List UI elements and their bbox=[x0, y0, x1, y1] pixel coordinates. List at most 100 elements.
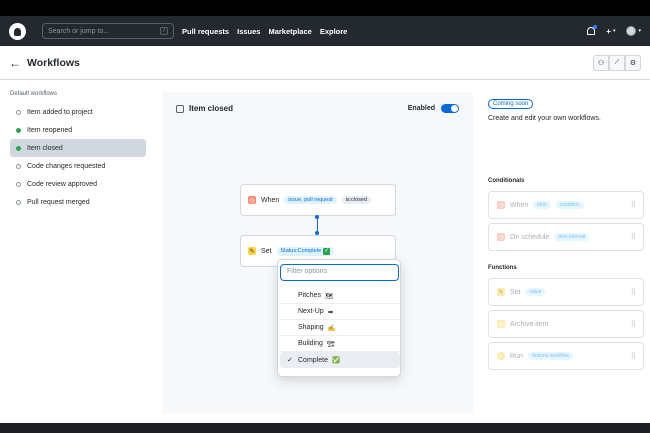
clock-icon: ◷ bbox=[497, 233, 505, 241]
option-pitches[interactable]: Pitches 🗺 bbox=[280, 288, 400, 304]
check-mark-icon: ✓ bbox=[323, 247, 331, 255]
nav-issues[interactable]: Issues bbox=[237, 27, 260, 36]
sidebar-item-pull-request-merged[interactable]: Pull request merged bbox=[10, 193, 146, 211]
clock-icon: ◷ bbox=[497, 201, 505, 209]
node-connector bbox=[317, 217, 318, 232]
status-chip[interactable]: Status:Complete ✓ bbox=[276, 246, 335, 256]
status-dot-icon bbox=[16, 199, 21, 205]
create-new-menu[interactable]: + ▾ bbox=[606, 27, 615, 36]
enabled-toggle[interactable] bbox=[441, 104, 459, 113]
selected-check-icon: ✓ bbox=[287, 357, 293, 364]
condition-chip: condition bbox=[555, 201, 584, 209]
back-arrow-icon[interactable]: ← bbox=[9, 56, 21, 70]
conditional-schedule-card: ◷ On schedule time interval ⠿ bbox=[488, 223, 644, 251]
option-next-up[interactable]: Next-Up ➡ bbox=[280, 304, 400, 320]
sidebar-item-item-reopened[interactable]: Item reopened bbox=[10, 121, 146, 139]
status-dot-icon bbox=[16, 145, 21, 151]
status-dot-icon bbox=[16, 109, 21, 115]
page-title: Workflows bbox=[27, 56, 80, 69]
functions-heading: Functions bbox=[488, 265, 517, 271]
sidebar-item-item-closed[interactable]: Item closed bbox=[10, 139, 146, 157]
canvas-title: Item closed bbox=[189, 104, 234, 113]
time-interval-chip: time interval bbox=[554, 233, 590, 241]
when-node-label: When bbox=[261, 196, 280, 204]
play-icon: ▸ bbox=[497, 352, 505, 360]
when-node[interactable]: ◷ When issue, pull request is:closed bbox=[240, 184, 396, 216]
nav-marketplace[interactable]: Marketplace bbox=[268, 27, 311, 36]
sidebar-heading: Default workflows bbox=[10, 91, 58, 97]
function-archive-card: ▤ Archive item ⠿ bbox=[488, 310, 644, 338]
sidebar-item-label: Code changes requested bbox=[27, 162, 106, 170]
nav-explore[interactable]: Explore bbox=[320, 27, 348, 36]
pencil-icon: ✎ bbox=[497, 288, 505, 296]
map-emoji-icon: 🗺 bbox=[324, 292, 334, 300]
sidebar-item-label: Item added to project bbox=[27, 108, 93, 116]
conditional-when-card: ◷ When item condition ⠿ bbox=[488, 191, 644, 219]
enabled-label: Enabled bbox=[407, 105, 435, 112]
drag-grip-icon: ⠿ bbox=[630, 202, 636, 209]
type-chip[interactable]: issue, pull request bbox=[284, 196, 337, 204]
sidebar-item-item-added[interactable]: Item added to project bbox=[10, 103, 146, 121]
value-chip: value bbox=[525, 288, 546, 296]
sidebar-item-label: Item closed bbox=[27, 144, 63, 152]
set-node-label: Set bbox=[261, 247, 272, 255]
writing-hand-emoji-icon: ✍ bbox=[327, 324, 336, 332]
plus-icon: + bbox=[606, 26, 611, 36]
status-dot-icon bbox=[16, 127, 21, 133]
option-complete[interactable]: ✓ Complete ✅ bbox=[280, 352, 400, 368]
conditionals-heading: Conditionals bbox=[488, 178, 525, 184]
sidebar-item-label: Code review approved bbox=[27, 180, 98, 188]
chevron-down-icon: ▾ bbox=[638, 28, 641, 34]
panel-description: Create and edit your own workflows. bbox=[488, 115, 601, 122]
workflow-icon bbox=[176, 104, 184, 113]
construction-emoji-icon: 🏗 bbox=[326, 340, 336, 348]
arrow-emoji-icon: ➡ bbox=[327, 308, 334, 316]
actions-workflow-chip: Actions workflow bbox=[527, 352, 574, 360]
item-chip: item bbox=[533, 201, 551, 209]
drag-grip-icon: ⠿ bbox=[630, 321, 636, 328]
search-placeholder: Search or jump to... bbox=[48, 27, 110, 35]
archive-icon: ▤ bbox=[497, 320, 505, 328]
screen-top-strip bbox=[0, 0, 650, 16]
state-chip[interactable]: is:closed bbox=[341, 196, 372, 204]
options-dropdown: Filter options Pitches 🗺 Next-Up ➡ Shaping… bbox=[277, 259, 401, 377]
github-logo-icon[interactable] bbox=[9, 22, 26, 40]
workflow-canvas: Item closed Enabled ◷ When issue, pull r… bbox=[162, 92, 473, 414]
sidebar-item-label: Item reopened bbox=[27, 126, 73, 134]
option-shaping[interactable]: Shaping ✍ bbox=[280, 320, 400, 336]
main-area: ← Workflows ⚇ ⟋ ⚙ Default workflows Item… bbox=[0, 46, 650, 423]
function-run-card: ▸ Run Actions workflow ⠿ bbox=[488, 342, 644, 370]
screen-bottom-strip bbox=[0, 423, 650, 433]
global-nav: Pull requests Issues Marketplace Explore bbox=[182, 27, 347, 36]
search-shortcut-key: / bbox=[160, 27, 168, 35]
page-titlebar: ← Workflows ⚇ ⟋ ⚙ bbox=[0, 46, 650, 80]
status-dot-icon bbox=[16, 163, 21, 169]
enabled-control: Enabled bbox=[408, 104, 459, 113]
insights-chart-icon[interactable]: ⟋ bbox=[609, 54, 625, 71]
option-building[interactable]: Building 🏗 bbox=[280, 336, 400, 352]
user-menu[interactable]: ▾ bbox=[626, 26, 641, 36]
avatar bbox=[626, 26, 637, 36]
pencil-icon: ✎ bbox=[248, 247, 256, 255]
notifications-bell-icon[interactable] bbox=[587, 25, 598, 35]
coming-soon-badge: Coming soon bbox=[488, 99, 534, 109]
status-dot-icon bbox=[16, 181, 21, 187]
settings-gear-icon[interactable]: ⚙ bbox=[625, 54, 641, 71]
filter-options-input[interactable]: Filter options bbox=[280, 264, 399, 281]
function-set-card: ✎ Set value ⠿ bbox=[488, 278, 644, 306]
sidebar-item-code-review-approved[interactable]: Code review approved bbox=[10, 175, 146, 193]
options-list: Pitches 🗺 Next-Up ➡ Shaping ✍ Building 🏗 ✓ Co… bbox=[278, 288, 402, 368]
workflow-sidebar: Default workflows Item added to project … bbox=[10, 91, 146, 211]
global-header: Search or jump to... / Pull requests Iss… bbox=[0, 16, 650, 46]
sidebar-item-label: Pull request merged bbox=[27, 198, 90, 206]
drag-grip-icon: ⠿ bbox=[630, 289, 636, 296]
search-input[interactable]: Search or jump to... / bbox=[42, 23, 174, 39]
nav-pull-requests[interactable]: Pull requests bbox=[182, 27, 229, 36]
drag-grip-icon: ⠿ bbox=[630, 234, 636, 241]
view-toolbar: ⚇ ⟋ ⚙ bbox=[593, 54, 641, 71]
check-box-emoji-icon: ✅ bbox=[331, 357, 341, 364]
workflows-icon[interactable]: ⚇ bbox=[593, 54, 609, 71]
sidebar-item-code-changes-requested[interactable]: Code changes requested bbox=[10, 157, 146, 175]
chevron-down-icon: ▾ bbox=[612, 28, 616, 34]
canvas-header: Item closed bbox=[176, 104, 233, 113]
